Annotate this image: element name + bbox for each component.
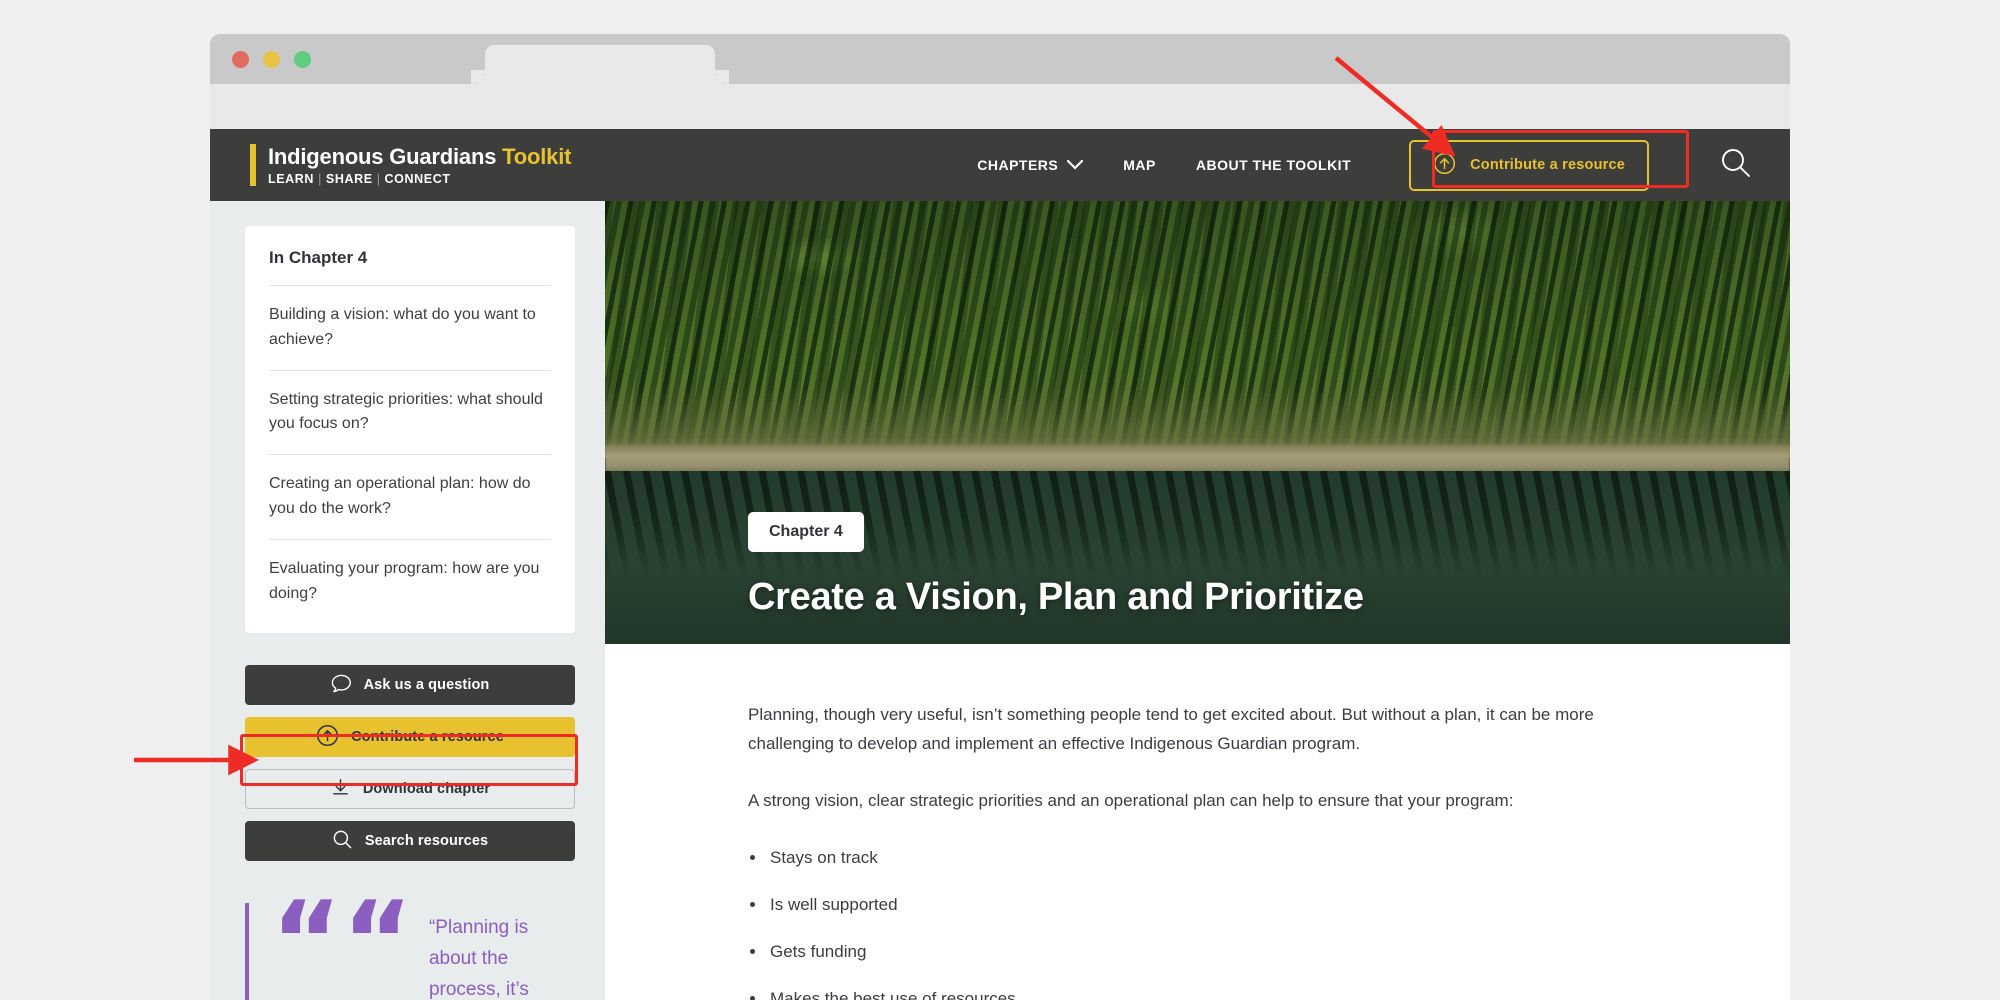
upload-circle-icon	[316, 724, 339, 751]
chapter-contents-card: In Chapter 4 Building a vision: what do …	[245, 226, 575, 634]
close-window-icon[interactable]	[232, 51, 249, 68]
ask-us-a-question-button[interactable]: Ask us a question	[245, 665, 575, 706]
search-resources-button[interactable]: Search resources	[245, 821, 575, 862]
page-title: Create a Vision, Plan and Prioritize	[748, 576, 1364, 618]
tagline-connect: CONNECT	[384, 172, 451, 187]
sidebar-pull-quote: ““ “Planning is about the process, it’s	[245, 879, 575, 1000]
tagline-learn: LEARN	[268, 172, 315, 187]
toc-item-creating-an-operational-plan[interactable]: Creating an operational plan: how do you…	[269, 454, 551, 539]
nav-label-chapters: CHAPTERS	[977, 157, 1059, 173]
sidebar-action-buttons: Ask us a question Contribute a resource	[245, 665, 575, 862]
tagline-sep-2: |	[376, 172, 381, 187]
article-benefits-list: Stays on track Is well supported Gets fu…	[748, 844, 1605, 1000]
brand-title-accent: Toolkit	[502, 143, 572, 169]
brand-title-main: Indigenous Guardians	[268, 143, 503, 169]
toc-item-building-a-vision[interactable]: Building a vision: what do you want to a…	[269, 285, 551, 370]
site-header: Indigenous Guardians Toolkit LEARN | SHARE…	[210, 129, 1790, 201]
minimize-window-icon[interactable]	[263, 51, 280, 68]
hero-banner: Chapter 4 Create a Vision, Plan and Prio…	[605, 201, 1790, 644]
nav-item-map[interactable]: MAP	[1123, 157, 1156, 173]
header-search-button[interactable]	[1719, 146, 1752, 184]
search-resources-label: Search resources	[364, 833, 489, 850]
browser-toolbar	[210, 84, 1790, 129]
toc-item-evaluating-your-program[interactable]: Evaluating your program: how are you doi…	[269, 538, 551, 624]
article-paragraph-1: Planning, though very useful, isn’t some…	[748, 705, 1594, 754]
browser-titlebar	[210, 34, 1790, 84]
header-contribute-a-resource-button[interactable]: Contribute a resource	[1409, 139, 1649, 191]
sidebar: In Chapter 4 Building a vision: what do …	[210, 201, 605, 1000]
browser-tab[interactable]	[471, 45, 729, 84]
list-item: Gets funding	[748, 938, 1605, 965]
main-content: Chapter 4 Create a Vision, Plan and Prio…	[605, 201, 1790, 1000]
quote-mark-icon: ““	[271, 879, 413, 1000]
page-body: In Chapter 4 Building a vision: what do …	[210, 201, 1790, 1000]
maximize-window-icon[interactable]	[294, 51, 311, 68]
search-icon	[332, 829, 353, 854]
site-logo[interactable]: Indigenous Guardians Toolkit LEARN | SHARE…	[250, 143, 571, 187]
sidebar-contribute-a-resource-button[interactable]: Contribute a resource	[245, 717, 575, 758]
nav-label-map: MAP	[1123, 157, 1156, 173]
nav-item-about-the-toolkit[interactable]: ABOUT THE TOOLKIT	[1196, 157, 1351, 173]
tagline-sep-1: |	[318, 172, 322, 187]
browser-window: Indigenous Guardians Toolkit LEARN | SHARE…	[210, 34, 1790, 1000]
list-item: Is well supported	[748, 891, 1605, 918]
tagline-share: SHARE	[325, 172, 373, 187]
toc-item-setting-strategic-priorities[interactable]: Setting strategic priorities: what shoul…	[269, 369, 551, 455]
search-icon	[1719, 146, 1752, 184]
chapter-badge: Chapter 4	[748, 512, 864, 552]
upload-circle-icon	[1433, 152, 1456, 179]
sidebar-contribute-label: Contribute a resource	[351, 729, 504, 746]
article-body: Planning, though very useful, isn’t some…	[605, 644, 1605, 1000]
download-chapter-button[interactable]: Download chapter	[245, 769, 575, 810]
main-navigation: CHAPTERS MAP ABOUT THE TOOLKIT Contribut…	[977, 139, 1790, 191]
list-item: Stays on track	[748, 844, 1605, 871]
ask-us-a-question-label: Ask us a question	[363, 677, 490, 694]
nav-item-chapters[interactable]: CHAPTERS	[977, 157, 1084, 173]
download-chapter-label: Download chapter	[362, 781, 491, 798]
screenshot-root: Indigenous Guardians Toolkit LEARN | SHARE…	[0, 0, 2000, 1000]
download-icon	[330, 777, 351, 802]
speech-bubble-icon	[331, 674, 352, 697]
article-paragraph-2: A strong vision, clear strategic priorit…	[748, 791, 1514, 811]
nav-label-about: ABOUT THE TOOLKIT	[1195, 157, 1352, 173]
list-item: Makes the best use of resources	[748, 985, 1605, 1000]
logo-accent-bar	[250, 143, 256, 187]
header-contribute-label: Contribute a resource	[1470, 157, 1625, 173]
chevron-down-icon	[1067, 157, 1084, 173]
window-controls[interactable]	[232, 51, 311, 68]
hero-text-overlay: Chapter 4 Create a Vision, Plan and Prio…	[748, 512, 1364, 619]
brand-tagline: LEARN | SHARE | CONNECT	[268, 172, 571, 186]
chapter-contents-title: In Chapter 4	[269, 248, 368, 267]
brand-title: Indigenous Guardians Toolkit	[268, 144, 571, 169]
pull-quote-text: “Planning is about the process, it’s	[428, 917, 529, 1000]
